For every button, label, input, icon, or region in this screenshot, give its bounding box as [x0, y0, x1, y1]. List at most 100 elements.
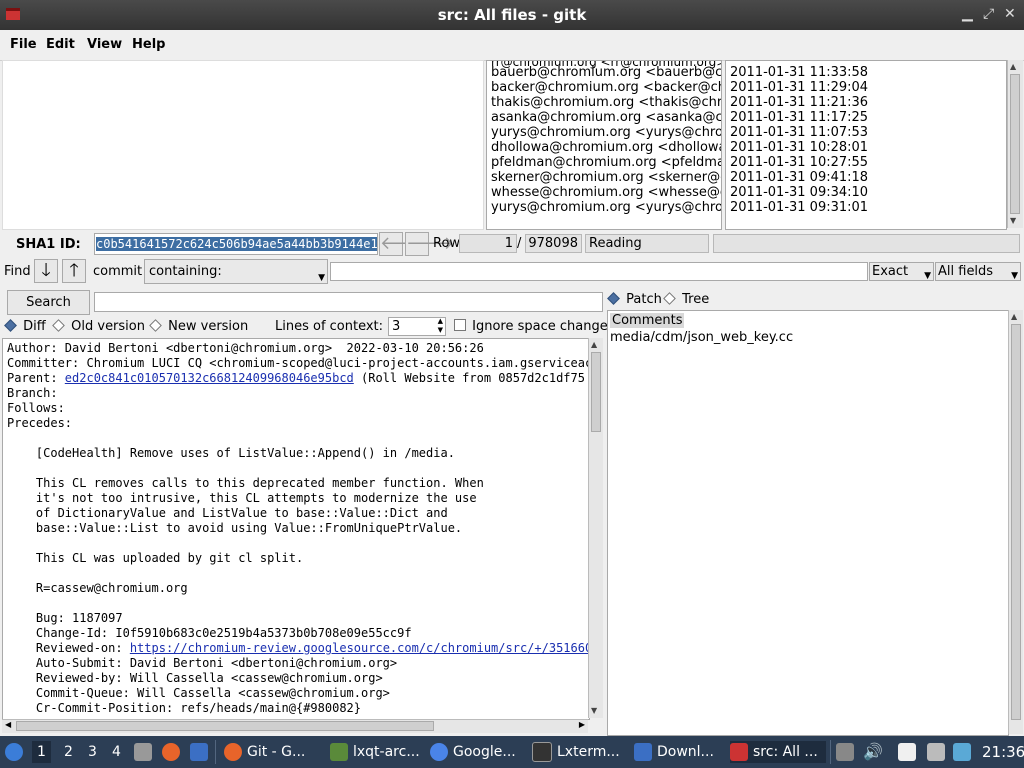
- start-menu-button[interactable]: [5, 741, 28, 763]
- dropdown-arrow-icon: ▼: [1011, 271, 1018, 281]
- network-icon: [953, 743, 971, 761]
- find-fields-dropdown[interactable]: All fields ▼: [935, 262, 1021, 281]
- task-downloads[interactable]: Downl...: [634, 741, 714, 763]
- list-item[interactable]: dhollowa@chromium.org <dhollowa@: [491, 140, 721, 155]
- close-icon[interactable]: ✕: [1004, 6, 1016, 22]
- comments-item[interactable]: Comments: [610, 313, 685, 328]
- file-list-scrollbar[interactable]: ▲: [1008, 310, 1023, 734]
- list-item[interactable]: 2011-01-31 11:17:25: [730, 110, 868, 125]
- ignore-space-checkbox[interactable]: Ignore space change: [454, 319, 608, 334]
- file-list-pane[interactable]: Comments media/cdm/json_web_key.cc: [607, 310, 1009, 736]
- menu-help[interactable]: Help: [132, 37, 165, 52]
- row-current-field: 1: [459, 234, 517, 253]
- scroll-down-icon[interactable]: ▼: [591, 706, 597, 715]
- commit-graph-pane[interactable]: [2, 60, 484, 230]
- scrollbar-thumb[interactable]: [1011, 324, 1021, 720]
- search-button[interactable]: Search: [7, 290, 90, 315]
- find-mode-dropdown[interactable]: containing: ▼: [144, 259, 328, 284]
- list-item[interactable]: skerner@chromium.org <skerner@ch: [491, 170, 721, 185]
- commit-details-pane[interactable]: Author: David Bertoni <dbertoni@chromium…: [2, 338, 590, 720]
- list-item[interactable]: 2011-01-31 09:41:18: [730, 170, 868, 185]
- list-item[interactable]: pfeldman@chromium.org <pfeldman@: [491, 155, 721, 170]
- show-desktop-launcher[interactable]: [190, 741, 213, 763]
- network-tray[interactable]: [953, 741, 976, 763]
- firefox-icon: [224, 743, 242, 761]
- scrollbar-thumb[interactable]: [591, 352, 601, 432]
- list-item[interactable]: backer@chromium.org <backer@chro: [491, 80, 721, 95]
- spin-up-icon[interactable]: ▲: [438, 317, 443, 325]
- list-item[interactable]: 2011-01-31 11:21:36: [730, 95, 868, 110]
- find-next-button[interactable]: 🡓: [34, 259, 58, 283]
- scroll-up-icon[interactable]: ▲: [1011, 312, 1017, 321]
- task-google[interactable]: Google...: [430, 741, 516, 763]
- old-version-radio[interactable]: Old version: [52, 319, 145, 334]
- scrollbar-thumb[interactable]: [16, 721, 434, 731]
- volume-icon[interactable]: 🔊: [863, 741, 883, 763]
- menu-edit[interactable]: Edit: [46, 37, 75, 52]
- list-item[interactable]: bauerb@chromium.org <bauerb@chr: [491, 65, 721, 80]
- spin-down-icon[interactable]: ▼: [438, 326, 443, 334]
- desktop-2[interactable]: 2: [64, 741, 73, 763]
- list-item[interactable]: 2011-01-31 11:29:04: [730, 80, 868, 95]
- scroll-down-icon[interactable]: ▼: [1010, 216, 1016, 225]
- file-manager-launcher[interactable]: [134, 741, 157, 763]
- list-item[interactable]: 2011-01-31 11:33:58: [730, 65, 868, 80]
- desktop-1[interactable]: 1: [32, 741, 51, 763]
- task-git[interactable]: Git - G...: [224, 741, 305, 763]
- task-gitk[interactable]: src: All ...: [730, 741, 826, 763]
- desktop-4[interactable]: 4: [112, 741, 121, 763]
- parent-hash-link[interactable]: ed2c0c841c010570132c66812409968046e95bcd: [65, 371, 354, 385]
- find-type-label: commit: [93, 264, 143, 279]
- search-input[interactable]: [94, 292, 603, 312]
- clock[interactable]: 21:36: [982, 741, 1024, 763]
- details-hscrollbar[interactable]: ◀ ▶: [2, 719, 588, 733]
- patch-radio[interactable]: Patch: [607, 292, 662, 307]
- details-vscrollbar[interactable]: ▲ ▼: [588, 338, 603, 718]
- firefox-launcher[interactable]: [162, 741, 185, 763]
- list-item[interactable]: asanka@chromium.org <asanka@chrc: [491, 110, 721, 125]
- radio-selected-icon: [607, 292, 620, 305]
- clipboard-tray[interactable]: [898, 741, 921, 763]
- reviewed-on-link[interactable]: https://chromium-review.googlesource.com…: [130, 641, 589, 655]
- parent-summary: (Roll Website from 0857d2c1df75 to: [353, 371, 590, 385]
- list-item[interactable]: 2011-01-31 09:34:10: [730, 185, 868, 200]
- list-item[interactable]: whesse@chromium.org <whesse@chr: [491, 185, 721, 200]
- list-item[interactable]: yurys@chromium.org <yurys@chrom: [491, 125, 721, 140]
- scroll-left-icon[interactable]: ◀: [5, 720, 11, 729]
- find-input[interactable]: [330, 262, 868, 281]
- tray-app[interactable]: [836, 741, 859, 763]
- task-lxqt-archiver[interactable]: lxqt-arc...: [330, 741, 420, 763]
- scrollbar-thumb[interactable]: [1010, 74, 1020, 214]
- menu-file[interactable]: File: [10, 37, 37, 52]
- back-arrow-button[interactable]: 🡐: [379, 232, 428, 256]
- desktop-3[interactable]: 3: [88, 741, 97, 763]
- find-exact-dropdown[interactable]: Exact ▼: [869, 262, 934, 281]
- menu-view[interactable]: View: [87, 37, 122, 52]
- commit-author-pane[interactable]: rr@chromium.org <rr@chromium.org> bauerb…: [486, 60, 722, 230]
- scroll-right-icon[interactable]: ▶: [579, 720, 585, 729]
- keyboard-tray[interactable]: [927, 741, 950, 763]
- file-list-item[interactable]: media/cdm/json_web_key.cc: [610, 330, 793, 345]
- scroll-up-icon[interactable]: ▲: [591, 340, 597, 349]
- find-prev-button[interactable]: 🡑: [62, 259, 86, 283]
- diff-radio[interactable]: Diff: [4, 319, 46, 334]
- list-item[interactable]: 2011-01-31 10:27:55: [730, 155, 868, 170]
- list-item[interactable]: 2011-01-31 09:31:01: [730, 200, 868, 215]
- list-item[interactable]: 2011-01-31 11:07:53: [730, 125, 868, 140]
- sha1-field[interactable]: c0b541641572c624c506b94ae5a44bb3b9144e16: [94, 233, 378, 255]
- tree-radio[interactable]: Tree: [663, 292, 709, 307]
- scroll-up-icon[interactable]: ▲: [1010, 62, 1016, 71]
- minimize-icon[interactable]: ▁: [962, 6, 973, 22]
- context-spinbox[interactable]: 3 ▲ ▼: [388, 317, 446, 336]
- taskbar-separator: [830, 740, 831, 764]
- list-item[interactable]: thakis@chromium.org <thakis@chrom: [491, 95, 721, 110]
- forward-arrow-button[interactable]: 🡒: [405, 232, 454, 256]
- commit-list-scrollbar[interactable]: ▲ ▼: [1007, 60, 1023, 228]
- maximize-icon[interactable]: ⤢: [983, 6, 994, 22]
- new-version-radio[interactable]: New version: [149, 319, 248, 334]
- list-item[interactable]: 2011-01-31 10:28:01: [730, 140, 868, 155]
- task-lxterminal[interactable]: Lxterm...: [532, 741, 620, 763]
- commit-date-pane[interactable]: 2011-01-31 11:33:58 2011-01-31 11:29:04 …: [725, 60, 1007, 230]
- list-item[interactable]: yurys@chromium.org <yurys@chrom: [491, 200, 721, 215]
- task-label: Downl...: [657, 744, 714, 760]
